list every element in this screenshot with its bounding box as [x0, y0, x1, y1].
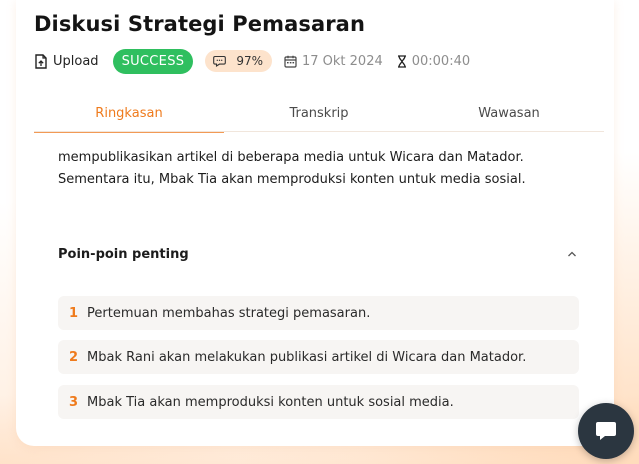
duration-value: 00:00:40 — [411, 53, 471, 69]
meta-row: Upload SUCCESS 97% 17 Okt 2024 00:00:40 — [34, 47, 470, 75]
chevron-up-icon[interactable] — [566, 248, 578, 260]
score-badge: 97% — [205, 50, 272, 72]
score-value: 97% — [236, 54, 263, 68]
status-badge: SUCCESS — [112, 48, 194, 74]
key-point-text: Mbak Rani akan melakukan publikasi artik… — [87, 349, 527, 365]
tab-wawasan[interactable]: Wawasan — [414, 97, 604, 133]
date-value: 17 Okt 2024 — [301, 53, 383, 69]
key-point-number: 1 — [69, 305, 79, 321]
chat-icon — [596, 422, 616, 440]
key-point-item: 1 Pertemuan membahas strategi pemasaran. — [58, 296, 579, 330]
tab-bar: Ringkasan Transkrip Wawasan — [34, 97, 604, 133]
duration-info: 00:00:40 — [397, 54, 470, 69]
key-point-item: 2 Mbak Rani akan melakukan publikasi art… — [58, 340, 579, 374]
tab-transkrip[interactable]: Transkrip — [224, 97, 414, 133]
recording-detail-card: Diskusi Strategi Pemasaran Upload SUCCES… — [16, 0, 614, 446]
key-points-header[interactable]: Poin-poin penting — [58, 241, 578, 267]
upload-label: Upload — [53, 53, 99, 69]
key-point-text: Pertemuan membahas strategi pemasaran. — [87, 305, 371, 321]
calendar-icon — [284, 55, 297, 68]
hourglass-icon — [397, 54, 406, 68]
page-title: Diskusi Strategi Pemasaran — [34, 12, 366, 36]
key-point-text: Mbak Tia akan memproduksi konten untuk s… — [87, 394, 454, 410]
key-points-title: Poin-poin penting — [58, 246, 189, 262]
comment-icon — [213, 55, 227, 67]
tab-divider — [34, 131, 604, 132]
key-point-number: 2 — [69, 349, 79, 365]
upload-file-icon — [35, 53, 47, 69]
date-info: 17 Okt 2024 — [284, 54, 383, 69]
chat-button[interactable] — [578, 403, 634, 459]
key-point-number: 3 — [69, 394, 79, 410]
tab-ringkasan[interactable]: Ringkasan — [34, 97, 224, 133]
summary-text: mempublikasikan artikel di beberapa medi… — [58, 150, 526, 187]
key-point-item: 3 Mbak Tia akan memproduksi konten untuk… — [58, 385, 579, 419]
upload-source: Upload — [34, 54, 99, 69]
